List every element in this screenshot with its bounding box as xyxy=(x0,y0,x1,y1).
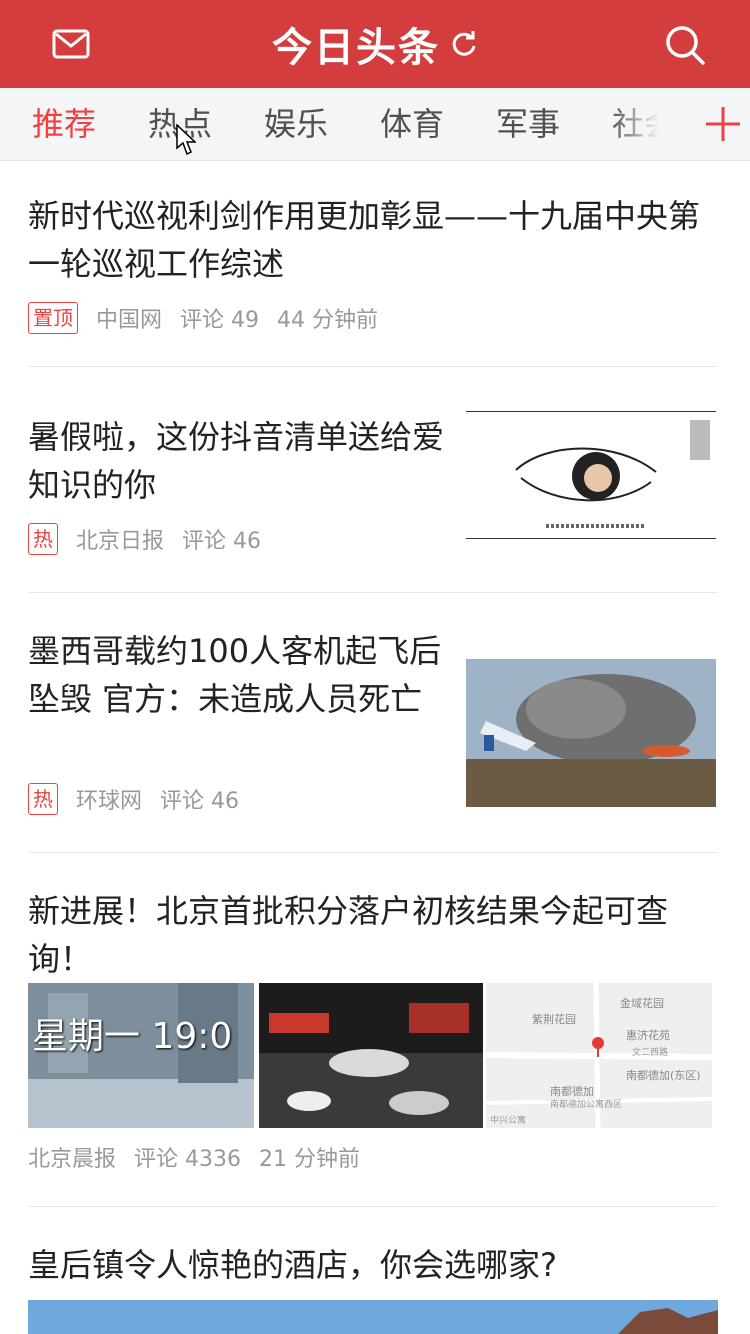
map-label: 文二西路 xyxy=(632,1048,669,1058)
news-comments[interactable]: 评论 4336 xyxy=(134,1141,241,1173)
news-item[interactable]: 暑假啦，这份抖音清单送给爱知识的你 热 北京日报 评论 46 xyxy=(28,367,718,593)
hot-badge: 热 xyxy=(28,783,58,815)
add-channel-button[interactable] xyxy=(680,88,750,160)
news-headline[interactable]: 皇后镇令人惊艳的酒店，你会选哪家? xyxy=(28,1241,718,1289)
news-image-1[interactable]: 星期一 19:0 xyxy=(28,983,254,1128)
news-image-2[interactable] xyxy=(259,983,483,1128)
mouse-cursor-icon xyxy=(176,124,196,156)
news-headline[interactable]: 新进展！北京首批积分落户初核结果今起可查询！ xyxy=(28,887,718,983)
news-comments[interactable]: 评论 49 xyxy=(180,302,259,334)
tab-sports[interactable]: 体育 xyxy=(380,88,444,160)
refresh-icon[interactable] xyxy=(450,30,478,58)
news-meta: 热 北京日报 评论 46 xyxy=(28,521,279,557)
search-icon[interactable] xyxy=(664,24,706,66)
app-title-text: 今日头条 xyxy=(272,25,440,71)
tab-entertainment[interactable]: 娱乐 xyxy=(264,88,328,160)
map-label: 南都德加公寓西区 xyxy=(550,1100,623,1110)
news-image[interactable] xyxy=(28,1300,718,1334)
top-bar: 今日头条 xyxy=(0,0,750,88)
tabs-fade xyxy=(610,88,680,160)
news-source: 北京晨报 xyxy=(28,1147,117,1172)
crash-photo xyxy=(466,659,716,807)
news-comments[interactable]: 评论 46 xyxy=(160,783,239,815)
news-meta: 北京晨报 评论 4336 21 分钟前 xyxy=(28,1139,378,1175)
news-item[interactable]: 新时代巡视利剑作用更加彰显——十九届中央第一轮巡视工作综述 置顶 中国网 评论 … xyxy=(28,190,718,367)
news-item[interactable]: 墨西哥载约100人客机起飞后坠毁 官方：未造成人员死亡 热 环球网 评论 46 xyxy=(28,593,718,853)
news-comments[interactable]: 评论 46 xyxy=(182,523,261,555)
tab-recommend[interactable]: 推荐 xyxy=(32,88,96,160)
news-item[interactable]: 新进展！北京首批积分落户初核结果今起可查询！ 星期一 19:0 金域花园 紫荆花… xyxy=(28,853,718,1207)
map-label: 紫荆花园 xyxy=(532,1013,576,1026)
thumbnail-illustration xyxy=(515,420,710,528)
news-headline[interactable]: 暑假啦，这份抖音清单送给爱知识的你 xyxy=(28,413,448,509)
news-meta: 热 环球网 评论 46 xyxy=(28,781,257,817)
street-photo xyxy=(259,983,483,1128)
news-headline[interactable]: 新时代巡视利剑作用更加彰显——十九届中央第一轮巡视工作综述 xyxy=(28,192,718,288)
plus-icon xyxy=(706,107,740,141)
map-label: 金域花园 xyxy=(620,997,664,1010)
map-label: 南都德加(东区) xyxy=(626,1069,701,1082)
news-item[interactable]: 皇后镇令人惊艳的酒店，你会选哪家? xyxy=(28,1207,718,1334)
hotel-photo xyxy=(28,1300,718,1334)
news-meta: 置顶 中国网 评论 49 44 分钟前 xyxy=(28,300,718,336)
map-label: 中兴公寓 xyxy=(490,1116,527,1126)
pinned-badge: 置顶 xyxy=(28,302,78,334)
news-time: 21 分钟前 xyxy=(259,1147,360,1172)
tab-military[interactable]: 军事 xyxy=(496,88,560,160)
news-time: 44 分钟前 xyxy=(277,308,379,333)
news-source: 北京日报 xyxy=(76,529,165,554)
news-source: 中国网 xyxy=(96,308,163,333)
app-title: 今日头条 xyxy=(0,0,750,88)
hot-badge: 热 xyxy=(28,523,58,555)
news-thumbnail[interactable] xyxy=(466,411,716,539)
news-thumbnail[interactable] xyxy=(466,659,716,807)
video-caption: 星期一 19:0 xyxy=(32,1016,233,1057)
map-label: 惠济花苑 xyxy=(626,1029,670,1042)
channel-tabs: 推荐 热点 娱乐 体育 军事 社会 xyxy=(0,88,750,161)
news-headline[interactable]: 墨西哥载约100人客机起飞后坠毁 官方：未造成人员死亡 xyxy=(28,627,452,723)
news-source: 环球网 xyxy=(76,789,143,814)
news-image-3[interactable]: 金域花园 紫荆花园 惠济花苑 南都德加 南都德加(东区) 文二西路 南都德加公寓… xyxy=(486,983,712,1128)
